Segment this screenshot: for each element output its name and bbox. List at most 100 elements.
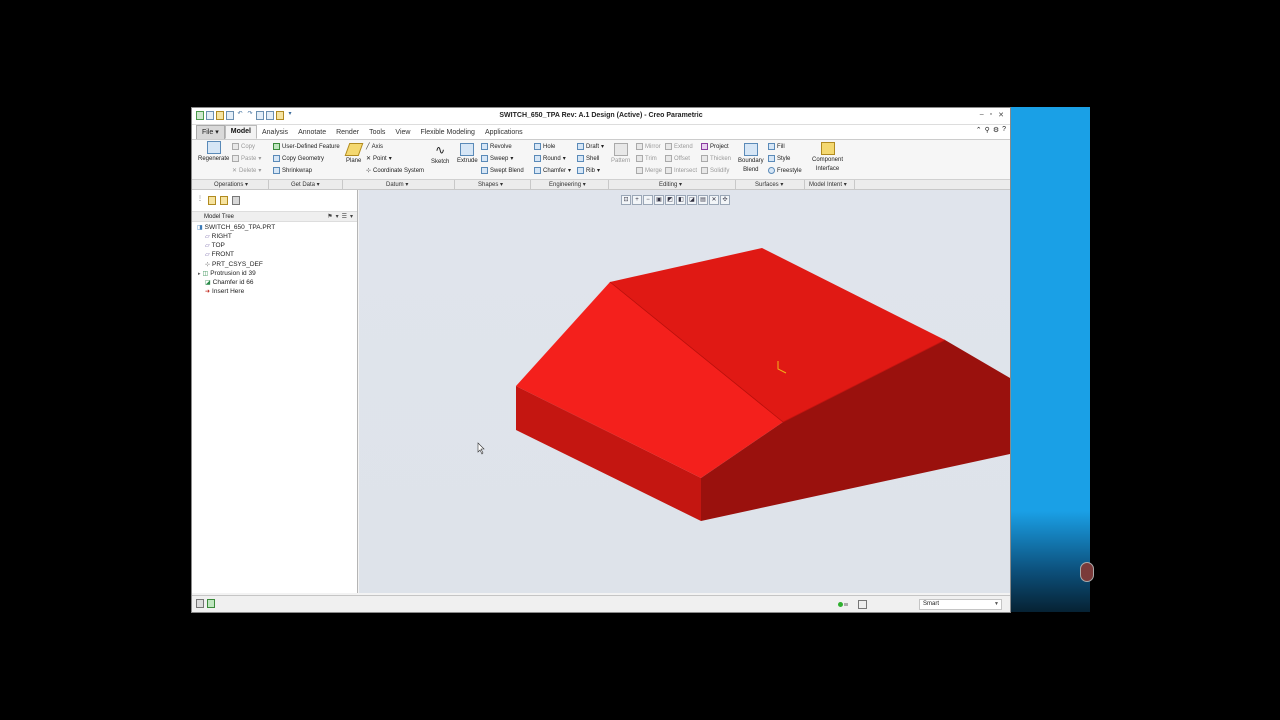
revolve-button[interactable]: Revolve <box>481 143 512 150</box>
tab-view[interactable]: View <box>390 127 415 139</box>
solidify-icon <box>701 167 708 174</box>
shrinkwrap-button[interactable]: Shrinkwrap <box>273 167 312 174</box>
round-icon <box>534 155 541 162</box>
swept-blend-icon <box>481 167 488 174</box>
hole-button[interactable]: Hole <box>534 143 555 150</box>
delete-button[interactable]: ✕ Delete ▾ <box>232 167 261 175</box>
history-tab-icon[interactable] <box>232 196 240 205</box>
chamfer-button[interactable]: Chamfer ▾ <box>534 167 571 174</box>
round-button[interactable]: Round ▾ <box>534 155 566 162</box>
sweep-button[interactable]: Sweep ▾ <box>481 155 513 162</box>
search-icon[interactable]: ⚲ <box>985 126 990 134</box>
extrude-button[interactable]: Extrude <box>457 143 478 164</box>
red-block-model[interactable] <box>516 248 1010 521</box>
fill-icon <box>768 143 775 150</box>
intersect-button[interactable]: Intersect <box>665 167 697 174</box>
ribbon-tabs: File ▾ Model Analysis Annotate Render To… <box>192 125 1010 139</box>
model-tree-tab-icon[interactable]: ⋮ <box>196 196 204 205</box>
offset-button[interactable]: Offset <box>665 155 690 162</box>
thicken-button[interactable]: Thicken <box>701 155 731 162</box>
component-interface-label-1: Component <box>812 157 844 163</box>
tree-filter-icon[interactable]: ⚑ <box>327 213 332 220</box>
tree-settings-dropdown-icon[interactable]: ▾ <box>350 213 353 220</box>
creo-window: ↶ ↷ ▾ SWITCH_650_TPA Rev: A.1 Design (Ac… <box>191 107 1011 613</box>
extend-button[interactable]: Extend <box>665 143 693 150</box>
tree-item-csys[interactable]: ⊹ PRT_CSYS_DEF <box>205 261 263 268</box>
group-model-intent[interactable]: Model Intent ▾ <box>809 181 847 188</box>
graphics-window[interactable]: ⊡ + − ▣ ◩ ◧ ◪ ▤ ✕ ✣ <box>359 190 1010 593</box>
solidify-button[interactable]: Solidify <box>701 167 729 174</box>
maximize-icon[interactable]: ▫ <box>990 111 992 119</box>
mirror-button[interactable]: Mirror <box>636 143 661 150</box>
group-surfaces[interactable]: Surfaces ▾ <box>755 181 783 188</box>
tree-item-protrusion[interactable]: ▸ ◫ Protrusion id 39 <box>198 270 256 277</box>
plane-button[interactable]: Plane <box>344 143 364 164</box>
selection-icon[interactable] <box>858 600 867 609</box>
tree-item-front[interactable]: ▱ FRONT <box>205 251 234 258</box>
minimize-icon[interactable]: – <box>980 111 984 119</box>
navigator-toggle-icon[interactable] <box>196 599 204 608</box>
settings-icon[interactable]: ⚙ <box>993 126 999 134</box>
tree-item-chamfer[interactable]: ◪ Chamfer id 66 <box>205 279 254 286</box>
tree-item-right[interactable]: ▱ RIGHT <box>205 233 232 240</box>
component-interface-button[interactable]: Component Interface <box>812 142 843 173</box>
freestyle-button[interactable]: Freestyle <box>768 167 802 174</box>
protrusion-icon: ◫ <box>202 271 209 277</box>
tab-render[interactable]: Render <box>331 127 364 139</box>
sketch-button[interactable]: ∿ Sketch <box>431 143 449 165</box>
merge-button[interactable]: Merge <box>636 167 662 174</box>
rib-button[interactable]: Rib ▾ <box>577 167 600 174</box>
group-shapes[interactable]: Shapes ▾ <box>478 181 503 188</box>
desktop-background <box>1010 107 1090 612</box>
draft-button[interactable]: Draft ▾ <box>577 143 604 150</box>
trim-button[interactable]: Trim <box>636 155 657 162</box>
minimize-ribbon-icon[interactable]: ⌃ <box>976 126 982 134</box>
datum-plane-icon: ▱ <box>205 243 210 249</box>
tab-analysis[interactable]: Analysis <box>257 127 293 139</box>
help-icon[interactable]: ? <box>1002 126 1006 134</box>
tab-tools[interactable]: Tools <box>364 127 390 139</box>
favorites-tab-icon[interactable] <box>220 196 228 205</box>
offset-icon <box>665 155 672 162</box>
close-icon[interactable]: ✕ <box>998 111 1004 119</box>
user-defined-feature-button[interactable]: User-Defined Feature <box>273 143 340 150</box>
copy-button[interactable]: Copy <box>232 143 255 150</box>
style-button[interactable]: Style <box>768 155 790 162</box>
tree-item-insert-here[interactable]: ➜ Insert Here <box>205 288 244 295</box>
record-indicator[interactable] <box>1080 562 1094 582</box>
group-datum[interactable]: Datum ▾ <box>386 181 408 188</box>
expand-arrow-icon[interactable]: ▸ <box>198 271 201 277</box>
style-icon <box>768 155 775 162</box>
style-label: Style <box>777 155 791 162</box>
folder-browser-tab-icon[interactable] <box>208 196 216 205</box>
group-operations[interactable]: Operations ▾ <box>214 181 248 188</box>
point-button[interactable]: ✕ Point ▾ <box>366 155 392 163</box>
group-engineering[interactable]: Engineering ▾ <box>549 181 586 188</box>
group-editing[interactable]: Editing ▾ <box>659 181 682 188</box>
tree-settings-icon[interactable]: ☰ <box>342 213 347 220</box>
project-button[interactable]: Project <box>701 143 729 150</box>
tree-item-top[interactable]: ▱ TOP <box>205 242 225 249</box>
selection-filter-dropdown[interactable]: Smart ▼ <box>919 599 1002 610</box>
tab-model[interactable]: Model <box>224 125 257 139</box>
paste-button[interactable]: Paste ▾ <box>232 155 261 162</box>
boundary-blend-button[interactable]: Boundary Blend <box>738 143 764 174</box>
tab-flexible-modeling[interactable]: Flexible Modeling <box>415 127 479 139</box>
group-get-data[interactable]: Get Data ▾ <box>291 181 320 188</box>
shrinkwrap-label: Shrinkwrap <box>282 167 313 174</box>
swept-blend-button[interactable]: Swept Blend <box>481 167 524 174</box>
fill-button[interactable]: Fill <box>768 143 785 150</box>
coordinate-system-button[interactable]: ⊹ Coordinate System <box>366 167 424 175</box>
axis-button[interactable]: ╱ Axis <box>366 143 383 151</box>
tab-annotate[interactable]: Annotate <box>293 127 331 139</box>
tab-applications[interactable]: Applications <box>480 127 528 139</box>
browser-toggle-icon[interactable] <box>207 599 215 608</box>
model-tree-header: Model Tree ⚑ ▾ ☰ ▾ <box>192 211 357 222</box>
shell-button[interactable]: Shell <box>577 155 599 162</box>
copy-geometry-button[interactable]: Copy Geometry <box>273 155 324 162</box>
tree-item-part[interactable]: ◨ SWITCH_650_TPA.PRT <box>197 224 275 231</box>
tab-file[interactable]: File ▾ <box>196 125 225 139</box>
regenerate-button[interactable]: Regenerate <box>198 141 229 162</box>
tree-filter-dropdown-icon[interactable]: ▾ <box>336 213 339 220</box>
pattern-button[interactable]: Pattern <box>611 143 630 164</box>
